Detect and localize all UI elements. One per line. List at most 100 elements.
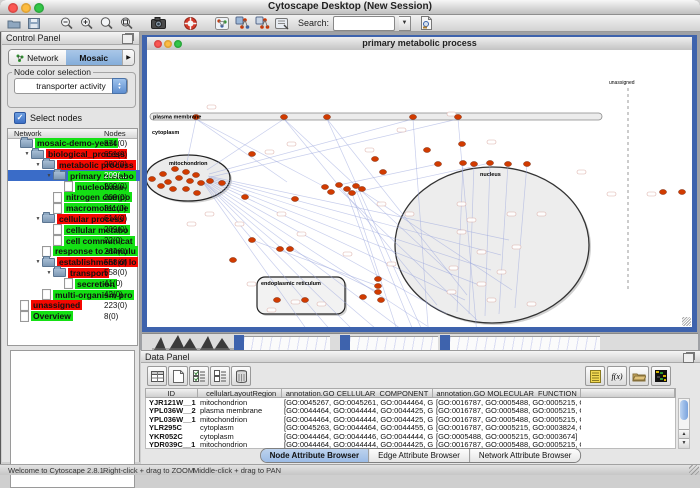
network-node[interactable] — [302, 298, 309, 303]
heatmap-icon[interactable] — [651, 366, 671, 386]
network-node[interactable] — [460, 161, 467, 166]
network-node[interactable] — [353, 184, 360, 189]
search-input[interactable] — [333, 16, 395, 31]
network-node[interactable] — [375, 284, 382, 289]
network-node[interactable] — [274, 298, 281, 303]
network-frame-titlebar[interactable]: primary metabolic process — [147, 37, 692, 51]
background-window-border[interactable] — [340, 335, 350, 350]
network-node[interactable] — [193, 173, 200, 178]
network-node[interactable] — [287, 247, 294, 252]
import-attributes-icon[interactable] — [629, 366, 649, 386]
network-node[interactable] — [359, 187, 366, 192]
network-node[interactable] — [219, 181, 226, 186]
column-header[interactable] — [581, 389, 675, 397]
select-attributes-icon[interactable] — [189, 366, 209, 386]
tab-mosaic[interactable]: Mosaic — [66, 50, 123, 65]
network-node[interactable] — [372, 157, 379, 162]
network-node[interactable] — [524, 162, 531, 167]
network-node[interactable] — [435, 162, 442, 167]
network-node[interactable] — [375, 290, 382, 295]
select-nodes-checkbox[interactable]: ✓ — [14, 112, 26, 124]
network-node[interactable] — [207, 179, 214, 184]
network-node[interactable] — [471, 162, 478, 167]
tree-row[interactable]: unassigned223(0) — [8, 300, 139, 311]
tree-row[interactable]: ▼metabolic process280(0) — [8, 160, 161, 171]
network-node[interactable] — [336, 183, 343, 188]
zoom-in-icon[interactable] — [78, 16, 94, 31]
network-node[interactable] — [324, 115, 331, 120]
edit-network-icon[interactable] — [234, 16, 250, 31]
more-tabs-icon[interactable]: ▶ — [122, 50, 134, 65]
tree-row[interactable]: mosaic-demo-yeast874(0) — [8, 138, 139, 149]
attribute-table-icon[interactable] — [147, 366, 167, 386]
network-node[interactable] — [198, 181, 205, 186]
tree-row[interactable]: ▼cellular process614(0) — [8, 214, 161, 225]
annotation-icon[interactable] — [254, 16, 270, 31]
tab-network-attribute-browser[interactable]: Network Attribute Browser — [469, 449, 580, 462]
background-window-preview[interactable] — [450, 336, 600, 351]
float-data-panel-icon[interactable] — [683, 353, 694, 363]
scroll-down-icon[interactable]: ▼ — [679, 438, 689, 448]
network-node[interactable] — [172, 167, 179, 172]
background-window-preview[interactable] — [350, 336, 438, 351]
network-node[interactable] — [194, 191, 201, 196]
network-node[interactable] — [149, 177, 156, 182]
expand-arrow-icon[interactable]: ▼ — [34, 259, 42, 265]
expand-arrow-icon[interactable]: ▼ — [45, 173, 53, 179]
advanced-search-icon[interactable] — [418, 16, 434, 31]
column-header[interactable]: annotation.GO MOLECULAR_FUNCTION — [433, 389, 581, 397]
network-node[interactable] — [165, 180, 172, 185]
overview-window-fragment[interactable] — [152, 335, 242, 351]
zoom-fit-icon[interactable] — [118, 16, 134, 31]
column-header[interactable]: _cellularLayoutRegion — [198, 389, 282, 397]
unselect-attributes-icon[interactable] — [210, 366, 230, 386]
network-node[interactable] — [230, 258, 237, 263]
network-node[interactable] — [183, 187, 190, 192]
network-node[interactable] — [176, 176, 183, 181]
network-edge[interactable] — [339, 164, 438, 185]
column-header[interactable]: annotation.GO CELLULAR_COMPONENT — [282, 389, 434, 397]
tree-row[interactable]: response to stimulu264(0) — [8, 246, 161, 257]
network-node[interactable] — [170, 187, 177, 192]
network-node[interactable] — [322, 185, 329, 190]
delete-attribute-icon[interactable] — [231, 366, 251, 386]
network-edge[interactable] — [211, 119, 458, 177]
tree-row[interactable]: ▼biological_process651(0) — [8, 149, 150, 160]
scrollbar-thumb[interactable] — [680, 400, 688, 420]
network-node[interactable] — [344, 187, 351, 192]
tab-node-attribute-browser[interactable]: Node Attribute Browser — [261, 449, 369, 462]
formula-builder-icon[interactable]: f(x) — [607, 366, 627, 386]
tree-row[interactable]: ▼establishment of lo558(0) — [8, 257, 161, 268]
network-node[interactable] — [277, 247, 284, 252]
help-icon[interactable] — [182, 16, 198, 31]
frame-zoom-button[interactable] — [174, 40, 182, 48]
column-header[interactable]: ID — [146, 389, 198, 397]
network-node[interactable] — [183, 170, 190, 175]
network-node[interactable] — [242, 195, 249, 200]
network-edge[interactable] — [209, 119, 413, 174]
tree-row[interactable]: multi-organism pro42(0) — [8, 289, 161, 300]
network-node[interactable] — [410, 115, 417, 120]
frame-minimize-button[interactable] — [164, 40, 172, 48]
network-node[interactable] — [378, 298, 385, 303]
network-node[interactable] — [249, 152, 256, 157]
snapshot-icon[interactable] — [150, 16, 166, 31]
network-node[interactable] — [455, 115, 462, 120]
expand-arrow-icon[interactable]: ▼ — [34, 162, 42, 168]
search-dropdown-icon[interactable]: ▼ — [399, 16, 411, 31]
tab-edge-attribute-browser[interactable]: Edge Attribute Browser — [368, 449, 469, 462]
table-row[interactable]: YPL036W__2plasma membrane[GO:0044464, GO… — [146, 407, 675, 416]
table-row[interactable]: YLR295Ccytoplasm[GO:0045263, GO:0044464,… — [146, 424, 675, 433]
table-scrollbar[interactable]: ▲ ▼ — [678, 398, 690, 449]
expand-arrow-icon[interactable]: ▼ — [34, 216, 42, 222]
filter-box-icon[interactable] — [274, 16, 290, 31]
zoom-out-icon[interactable] — [58, 16, 74, 31]
table-row[interactable]: YPL036W__1mitochondrion[GO:0044464, GO:0… — [146, 415, 675, 424]
expand-arrow-icon[interactable]: ▼ — [23, 151, 31, 157]
network-node[interactable] — [660, 190, 667, 195]
network-node[interactable] — [505, 162, 512, 167]
frame-close-button[interactable] — [154, 40, 162, 48]
network-node[interactable] — [360, 295, 367, 300]
node-color-select[interactable]: transporter activity ▲▼ — [14, 78, 128, 94]
network-node[interactable] — [328, 190, 335, 195]
